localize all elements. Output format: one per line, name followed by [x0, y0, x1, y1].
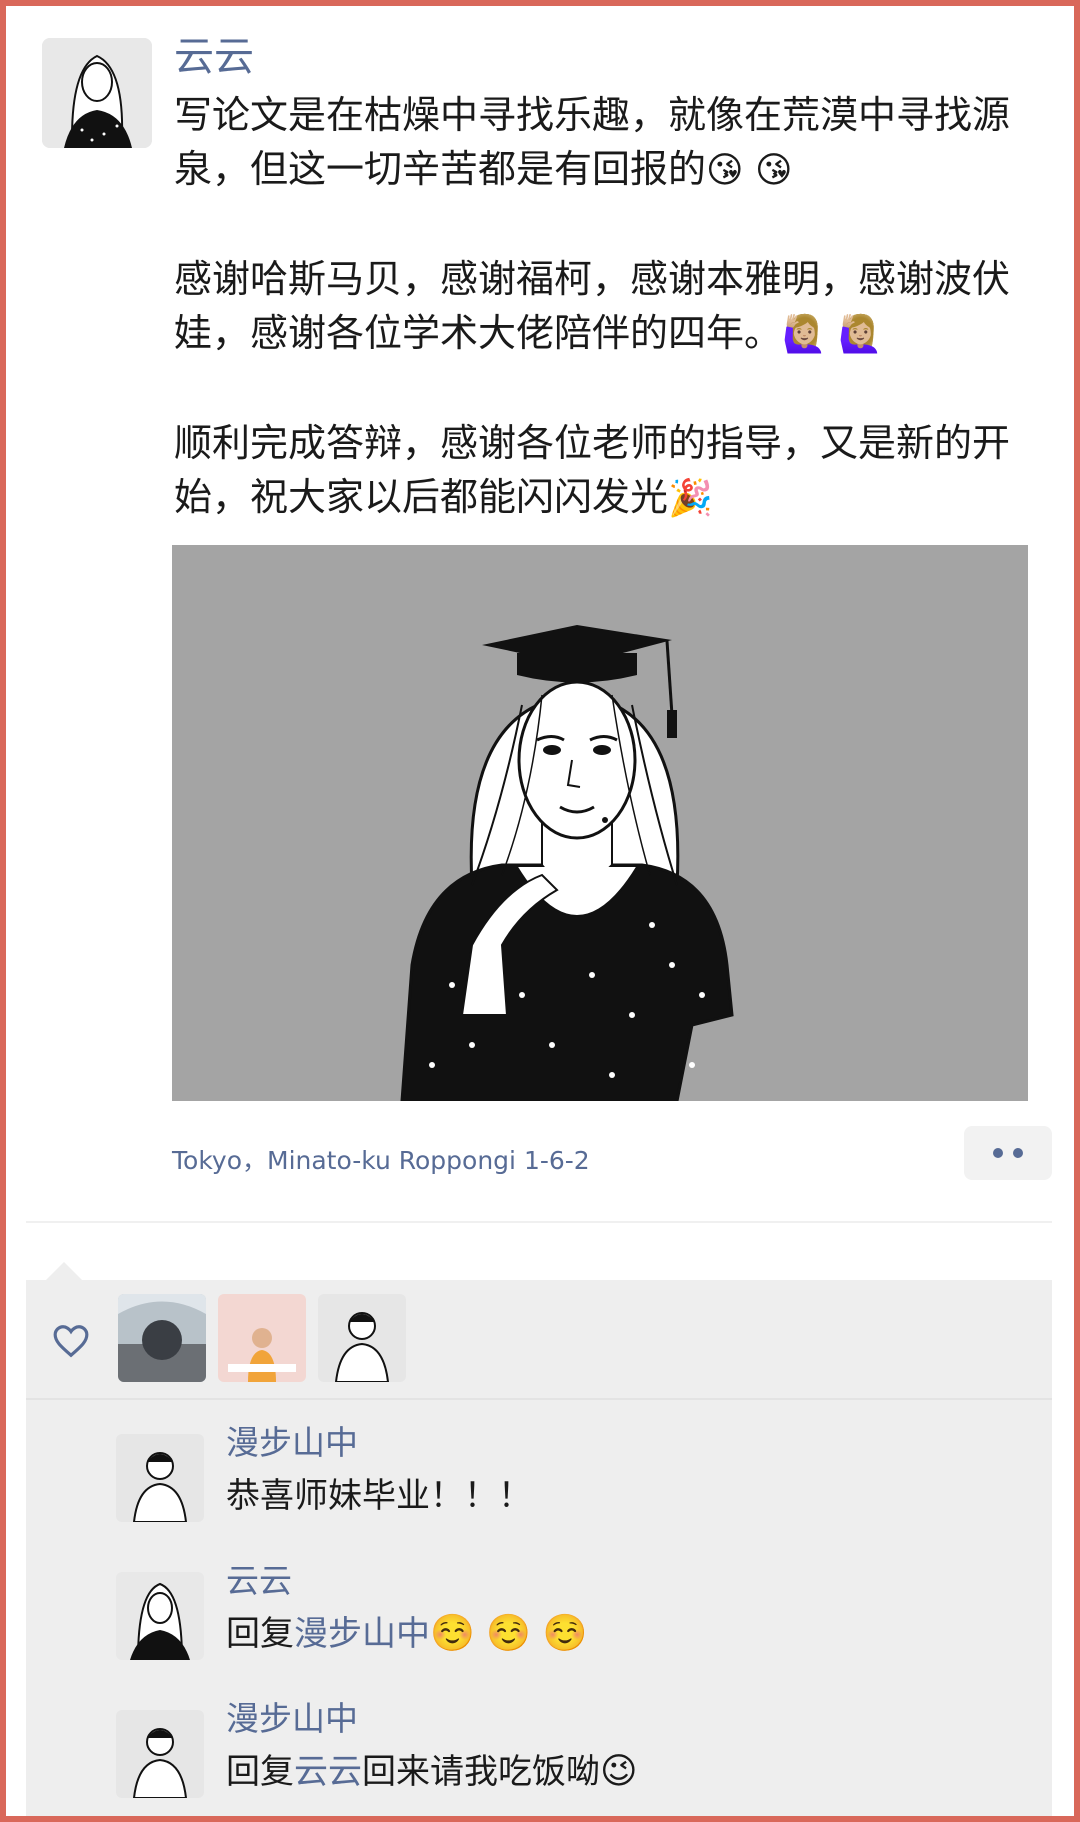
paragraph-text: 写论文是在枯燥中寻找乐趣，就像在荒漠中寻找源泉，但这一切辛苦都是有回报的	[174, 93, 1011, 191]
author-name[interactable]: 云云	[174, 30, 254, 84]
raising-hand-emoji: 🙋🏼‍♀️ 🙋🏼‍♀️	[782, 314, 884, 355]
commenter-name[interactable]: 漫步山中	[226, 1420, 358, 1466]
reply-prefix: 回复	[226, 1752, 294, 1792]
commenter-avatar[interactable]	[116, 1572, 204, 1660]
smiling-emoji: ☺️ ☺️ ☺️	[430, 1613, 588, 1654]
post-paragraph: 写论文是在枯燥中寻找乐趣，就像在荒漠中寻找源泉，但这一切辛苦都是有回报的😘 😘	[174, 88, 1054, 198]
post-paragraph: 感谢哈斯马贝，感谢福柯，感谢本雅明，感谢波伏娃，感谢各位学术大佬陪伴的四年。🙋🏼…	[174, 252, 1054, 362]
likes-divider	[26, 1398, 1052, 1400]
more-options-button[interactable]	[964, 1126, 1052, 1180]
likes-row	[26, 1280, 1052, 1398]
moment-post: 云云 写论文是在枯燥中寻找乐趣，就像在荒漠中寻找源泉，但这一切辛苦都是有回报的😘…	[0, 0, 1080, 1822]
reply-to-name[interactable]: 云云	[294, 1752, 362, 1792]
post-photo[interactable]	[172, 545, 1028, 1103]
dot-icon	[1013, 1148, 1023, 1158]
post-paragraph: 顺利完成答辩，感谢各位老师的指导，又是新的开始，祝大家以后都能闪闪发光🎉	[174, 416, 1054, 526]
paragraph-text: 顺利完成答辩，感谢各位老师的指导，又是新的开始，祝大家以后都能闪闪发光	[174, 421, 1011, 519]
comment-text: 回复漫步山中☺️ ☺️ ☺️	[226, 1610, 1026, 1658]
commenter-avatar[interactable]	[116, 1710, 204, 1798]
commenter-name[interactable]: 云云	[226, 1558, 292, 1604]
paragraph-text: 感谢哈斯马贝，感谢福柯，感谢本雅明，感谢波伏娃，感谢各位学术大佬陪伴的四年。	[174, 257, 1011, 355]
kiss-emoji: 😘 😘	[706, 150, 793, 191]
winking-emoji: 😉	[600, 1751, 638, 1792]
commenter-name[interactable]: 漫步山中	[226, 1696, 358, 1742]
heart-icon	[53, 1325, 89, 1358]
divider	[26, 1221, 1052, 1223]
commenter-avatar[interactable]	[116, 1434, 204, 1522]
comment-body: 回来请我吃饭呦	[362, 1752, 600, 1792]
dot-icon	[993, 1148, 1003, 1158]
reply-prefix: 回复	[226, 1614, 294, 1654]
comment-body: 恭喜师妹毕业！！！	[226, 1476, 532, 1516]
liker-avatar[interactable]	[218, 1294, 306, 1382]
reply-to-name[interactable]: 漫步山中	[294, 1614, 430, 1654]
panel-pointer	[46, 1262, 82, 1280]
comment-text: 恭喜师妹毕业！！！	[226, 1472, 1026, 1520]
comment-text: 回复云云回来请我吃饭呦😉	[226, 1748, 1026, 1796]
liker-avatar[interactable]	[318, 1294, 406, 1382]
location-link[interactable]: Tokyo，Minato-ku Roppongi 1-6-2	[172, 1141, 590, 1177]
post-text: 写论文是在枯燥中寻找乐趣，就像在荒漠中寻找源泉，但这一切辛苦都是有回报的😘 😘 …	[174, 88, 1054, 526]
liker-avatar[interactable]	[118, 1294, 206, 1382]
author-avatar[interactable]	[42, 38, 152, 148]
interactions-panel: 漫步山中 恭喜师妹毕业！！！ 云云 回复漫步山中☺️ ☺️ ☺️ 漫步山中 回复…	[26, 1280, 1052, 1822]
party-popper-emoji: 🎉	[668, 478, 713, 519]
